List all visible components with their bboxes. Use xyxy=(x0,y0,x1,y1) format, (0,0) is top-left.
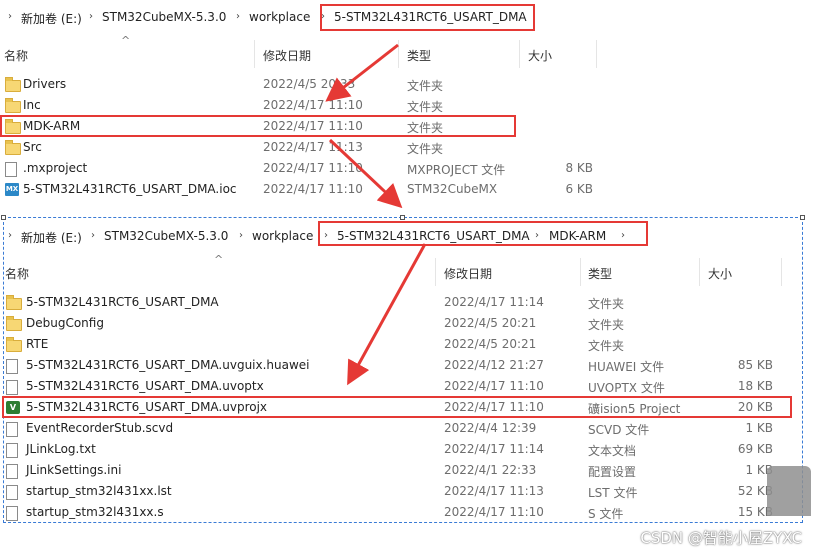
arrow-icon xyxy=(328,138,403,209)
annotation-arrows xyxy=(325,43,427,386)
watermark-logo xyxy=(767,466,811,516)
arrow-icon xyxy=(325,43,399,102)
watermark-text: CSDN @智能小屋ZYXC xyxy=(640,529,802,547)
arrow-icon xyxy=(347,243,427,386)
